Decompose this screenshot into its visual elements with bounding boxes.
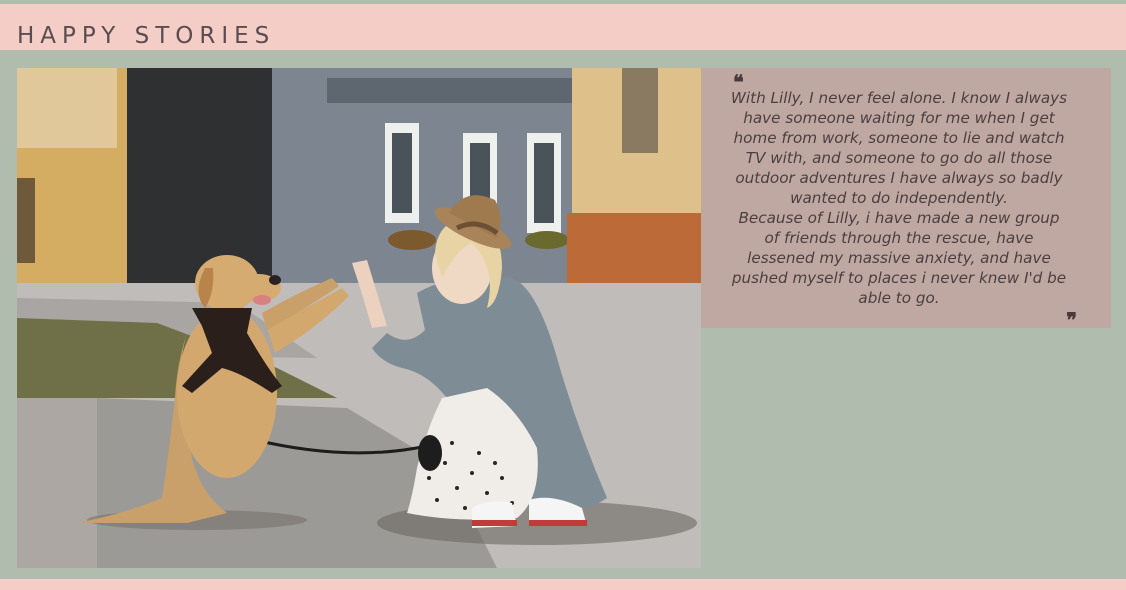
- testimonial-card: ❝ With Lilly, I never feel alone. I know…: [701, 68, 1111, 332]
- page-header: HAPPY STORIES: [0, 4, 1126, 50]
- footer-border: [0, 579, 1126, 590]
- story-photo-illustration: [17, 68, 701, 568]
- testimonial-paragraph-1: With Lilly, I never feel alone. I know I…: [730, 89, 1068, 207]
- quote-close-icon: ❞: [1066, 308, 1077, 332]
- story-photo: [17, 68, 701, 568]
- page-title: HAPPY STORIES: [17, 23, 276, 49]
- testimonial-paragraph-2: Because of Lilly, i have made a new grou…: [731, 209, 1067, 307]
- testimonial-text: With Lilly, I never feel alone. I know I…: [729, 88, 1069, 308]
